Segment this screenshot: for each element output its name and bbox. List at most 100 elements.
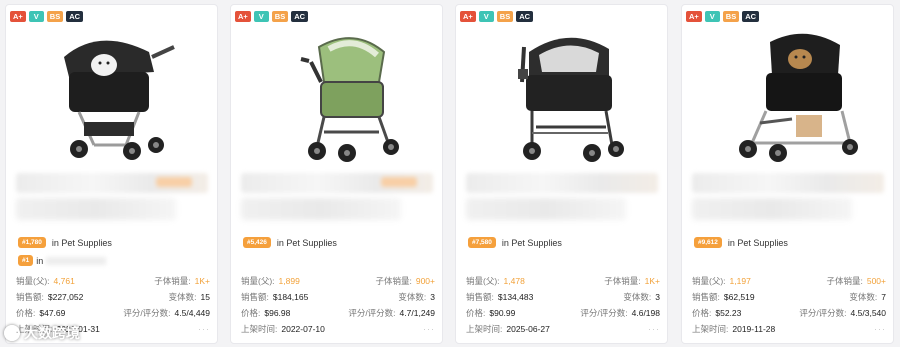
variants-value: 7 — [881, 292, 886, 302]
rank-badge: #5,426 — [243, 237, 271, 248]
badge-ac: AC — [291, 11, 309, 22]
stroller-green-image[interactable] — [249, 27, 427, 167]
rating-value: 4.5/3,540 — [850, 308, 886, 318]
listed-label: 上架时间: — [692, 324, 729, 334]
blurred-subtitle — [241, 198, 401, 220]
badge-aplus: A+ — [460, 11, 476, 22]
blurred-subtitle — [692, 198, 852, 220]
price-label: 价格: — [466, 308, 486, 318]
variants-label: 变体数: — [168, 292, 197, 302]
more-dots[interactable]: ··· — [648, 321, 660, 337]
blurred-category — [46, 256, 107, 265]
sales-parent-value: 1,478 — [503, 276, 525, 286]
revenue-value: $62,519 — [723, 292, 755, 302]
blurred-subtitle — [16, 198, 176, 220]
stats-block: 销量(父): 1,197 子体销量: 500+ 销售额: $62,519 变体数: 7 … — [692, 273, 886, 337]
sales-parent-value: 1,197 — [729, 276, 751, 286]
stroller-illustration — [518, 37, 624, 162]
rating-value: 4.7/1,249 — [399, 308, 435, 318]
revenue-value: $227,052 — [47, 292, 84, 302]
category-rank[interactable]: #5,426 in Pet Supplies — [243, 237, 337, 248]
category-label: in Pet Supplies — [727, 237, 788, 248]
product-card-1[interactable]: A+ V BS AC #1,780 in Pet Supplies #1 in … — [5, 4, 218, 344]
blurred-title — [241, 173, 433, 193]
listed-value: 2025-06-27 — [506, 324, 550, 334]
listed-value: 2022-07-10 — [281, 324, 325, 334]
more-dots[interactable]: ··· — [874, 321, 886, 337]
product-card-4[interactable]: A+ V BS AC #9,612 in Pet Supplies 销量(父):… — [681, 4, 894, 344]
badge-aplus: A+ — [10, 11, 26, 22]
more-dots[interactable]: ··· — [423, 321, 435, 337]
product-card-2[interactable]: A+ V BS AC #5,426 in Pet Supplies 销量(父):… — [230, 4, 443, 344]
stroller-black-canopy-image[interactable] — [474, 27, 652, 167]
dog-stroller-black-image[interactable] — [24, 27, 202, 167]
badge-ac: AC — [742, 11, 760, 22]
sub-category-rank[interactable]: #1 in — [18, 255, 107, 266]
category-label: in Pet Supplies — [51, 237, 112, 248]
price-label: 价格: — [692, 308, 712, 318]
child-sales-value: 1K+ — [194, 276, 210, 286]
listed-value: 2019-11-28 — [732, 324, 776, 334]
rank-badge: #7,580 — [468, 237, 496, 248]
badge-v: V — [478, 11, 494, 22]
child-sales-label: 子体销量: — [154, 276, 191, 286]
variants-label: 变体数: — [849, 292, 878, 302]
stroller-illustration — [64, 40, 175, 160]
rating-label: 评分/评分数: — [799, 308, 847, 318]
price-value: $47.69 — [39, 308, 66, 318]
listed-label: 上架时间: — [466, 324, 503, 334]
stroller-illustration — [739, 33, 858, 162]
child-sales-value: 900+ — [415, 276, 435, 286]
badge-bs: BS — [46, 11, 64, 22]
watermark: 大数跨境 — [4, 323, 80, 343]
child-sales-value: 500+ — [866, 276, 886, 286]
category-rank[interactable]: #7,580 in Pet Supplies — [468, 237, 562, 248]
stroller-illustration — [300, 37, 399, 162]
watermark-logo-icon — [4, 325, 20, 341]
child-sales-label: 子体销量: — [826, 276, 863, 286]
category-rank[interactable]: #1,780 in Pet Supplies — [18, 237, 112, 248]
price-value: $52.23 — [715, 308, 742, 318]
revenue-label: 销售额: — [692, 292, 720, 302]
blurred-subtitle — [466, 198, 626, 220]
rating-value: 4.5/4,449 — [174, 308, 210, 318]
badge-bs: BS — [496, 11, 514, 22]
variants-label: 变体数: — [398, 292, 427, 302]
revenue-value: $184,165 — [272, 292, 309, 302]
sales-parent-label: 销量(父): — [466, 276, 500, 286]
sub-category-label: in — [36, 255, 44, 266]
product-grid: A+ V BS AC #1,780 in Pet Supplies #1 in … — [0, 0, 900, 347]
sales-parent-label: 销量(父): — [16, 276, 50, 286]
revenue-label: 销售额: — [466, 292, 494, 302]
blurred-title — [16, 173, 208, 193]
sales-parent-label: 销量(父): — [241, 276, 275, 286]
badge-v: V — [253, 11, 269, 22]
sales-parent-value: 1,899 — [278, 276, 300, 286]
stats-block: 销量(父): 1,478 子体销量: 1K+ 销售额: $134,483 变体数: 3 … — [466, 273, 660, 337]
revenue-label: 销售额: — [16, 292, 44, 302]
sales-parent-value: 4,761 — [53, 276, 75, 286]
badge-row: A+ V BS AC — [460, 11, 534, 22]
badge-aplus: A+ — [686, 11, 702, 22]
badge-bs: BS — [722, 11, 740, 22]
stroller-black-dog-image[interactable] — [700, 27, 878, 167]
stats-block: 销量(父): 1,899 子体销量: 900+ 销售额: $184,165 变体数: 3… — [241, 273, 435, 337]
badge-v: V — [704, 11, 720, 22]
more-dots[interactable]: ··· — [198, 321, 210, 337]
revenue-value: $134,483 — [497, 292, 534, 302]
badge-row: A+ V BS AC — [10, 11, 84, 22]
sales-parent-label: 销量(父): — [692, 276, 726, 286]
badge-aplus: A+ — [235, 11, 251, 22]
price-label: 价格: — [241, 308, 261, 318]
variants-label: 变体数: — [623, 292, 652, 302]
category-rank[interactable]: #9,612 in Pet Supplies — [694, 237, 788, 248]
child-sales-value: 1K+ — [644, 276, 660, 286]
badge-bs: BS — [271, 11, 289, 22]
blurred-title — [692, 173, 884, 193]
rating-value: 4.6/198 — [631, 308, 660, 318]
product-card-3[interactable]: A+ V BS AC #7,580 in Pet Supplies 销量(父):… — [455, 4, 668, 344]
category-label: in Pet Supplies — [276, 237, 337, 248]
badge-row: A+ V BS AC — [235, 11, 309, 22]
price-value: $96.98 — [264, 308, 291, 318]
blurred-title — [466, 173, 658, 193]
